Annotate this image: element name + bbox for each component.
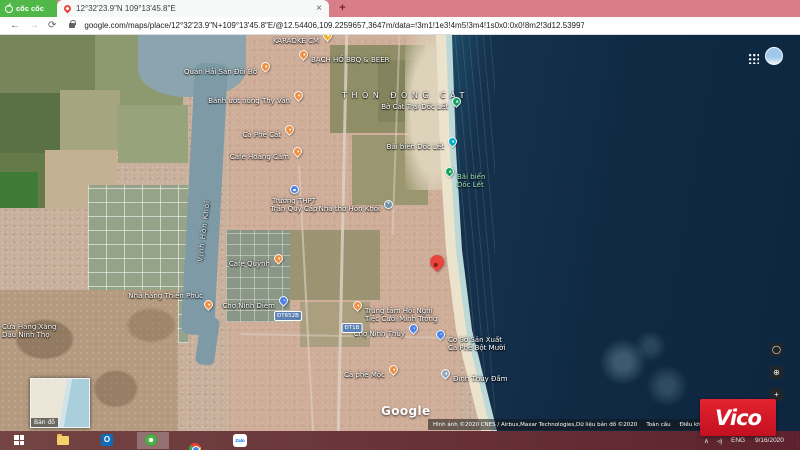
map-poi-label: Bãi biển Dốc Lết (387, 143, 444, 151)
chrome-icon[interactable] (189, 443, 201, 450)
zalo-icon[interactable]: Zalo (233, 434, 247, 447)
back-icon[interactable]: ← (10, 17, 20, 35)
map-poi-label: Quán Hải Sản Đôi Bờ (184, 68, 257, 76)
temple-pin-icon[interactable] (439, 367, 452, 380)
https-lock-icon[interactable] (69, 23, 75, 28)
map-poi-label: Bãi biển Dốc Lết (457, 173, 485, 189)
food-pin-icon[interactable] (297, 48, 310, 61)
map-poi-label: Bờ Cát Trại Dốc Lết (381, 103, 448, 111)
outlook-icon[interactable]: O (101, 434, 113, 446)
screen: cốc cốc 12°32'23.9"N 109°13'45.8"E × + ←… (0, 0, 800, 450)
coccoc-taskbar-icon[interactable] (145, 434, 157, 446)
cafe-pin-icon[interactable] (291, 145, 304, 158)
coccoc-brand-label: cốc cốc (16, 4, 44, 13)
yellow-pin-icon[interactable] (321, 35, 334, 42)
food-pin-icon[interactable] (292, 89, 305, 102)
road-shield: ĐT1B (342, 323, 363, 333)
satellite-map[interactable]: THÔN ĐÔNG CÁT Vịnh Hòn Khói KARAOKE CMBẠ… (0, 35, 800, 431)
map-poi-label: Nhà hàng Thiên Phúc (128, 292, 203, 300)
map-poi-label: Nhà thờ Hòn Khói (319, 205, 380, 213)
map-poi-label: Cơ Sở Sản Xuất Cà Phê Bột Mười (448, 336, 505, 352)
map-poi-label: Trường THPT Trần Quý Cáp (270, 197, 317, 213)
food-pin-icon[interactable] (259, 60, 272, 73)
map-footer-link[interactable]: Toàn cầu (646, 422, 670, 428)
minimap-toggle[interactable]: Bản đồ (30, 378, 90, 428)
vico-logo: Vico (715, 406, 761, 430)
map-poi-label: Chợ Ninh Diêm (222, 302, 275, 310)
cafe-pin-icon[interactable] (283, 123, 296, 136)
factory-pin-icon[interactable]: ▪ (434, 328, 447, 341)
google-logo: Google (381, 404, 431, 418)
food-pin-icon[interactable] (202, 298, 215, 311)
shop-pin-icon[interactable]: ▪ (407, 322, 420, 335)
tab-close-icon[interactable]: × (316, 0, 322, 17)
shop-pin-icon[interactable]: ▪ (277, 294, 290, 307)
map-poi-label: Cà phê Mộc (344, 371, 385, 379)
coccoc-logo-icon (5, 5, 13, 13)
school-pin-icon[interactable] (290, 185, 299, 194)
google-apps-grid-icon[interactable] (748, 53, 759, 64)
food-pin-icon[interactable] (351, 299, 364, 312)
account-avatar[interactable] (765, 47, 783, 65)
file-explorer-icon[interactable] (57, 436, 69, 445)
my-location-icon[interactable]: ⊕ (770, 366, 783, 379)
cafe-pin-icon[interactable] (387, 363, 400, 376)
road-shield: ĐT652B (274, 311, 302, 321)
browser-tab[interactable]: 12°32'23.9"N 109°13'45.8"E × (57, 0, 329, 17)
address-bar: ← → ⟳ google.com/maps/place/12°32'23.9"N… (0, 17, 800, 35)
map-poi-label: Cà Phê Cát (242, 131, 281, 139)
map-poi-label: Bánh ướt nóng Thy Vân (208, 97, 290, 105)
browser-tab-bar: cốc cốc 12°32'23.9"N 109°13'45.8"E × + (0, 0, 800, 17)
attribution-text: Hình ảnh ©2020 CNES / Airbus,Maxar Techn… (433, 422, 637, 428)
tab-title: 12°32'23.9"N 109°13'45.8"E (76, 4, 311, 13)
map-poi-label: BẠCH HỔ BBQ & BEER (311, 56, 390, 64)
church-pin-icon[interactable]: + (384, 200, 393, 209)
map-poi-label: Cafe Hoàng Cầm (230, 153, 289, 161)
reload-icon[interactable]: ⟳ (48, 17, 56, 35)
coccoc-menu-button[interactable]: cốc cốc (0, 0, 57, 17)
url-text[interactable]: google.com/maps/place/12°32'23.9"N+109°1… (84, 21, 584, 30)
nature-pin-icon[interactable]: ▲ (443, 165, 456, 178)
maps-pin-favicon (63, 4, 73, 14)
pegman-icon[interactable]: ◯ (770, 343, 783, 356)
forward-icon[interactable]: → (29, 17, 39, 35)
new-tab-button[interactable]: + (336, 2, 349, 15)
map-poi-label: Cửa Hàng Xăng Dầu Ninh Thọ (2, 323, 56, 339)
beach-pin-icon[interactable] (446, 135, 459, 148)
map-poi-label: Đình Thủy Đầm (453, 375, 508, 383)
map-poi-label: Cafe Quỳnh (229, 260, 270, 268)
map-poi-label: Trung tâm Hội Nghị Tiệc Cưới Minh Trong (365, 307, 437, 323)
minimap-label: Bản đồ (31, 418, 58, 427)
cafe-pin-icon[interactable] (272, 252, 285, 265)
taskbar: O Zalo ∧ ◃) ENG 9/16/2020 (0, 431, 800, 450)
map-poi-label: KARAOKE CM (273, 37, 319, 45)
start-button[interactable] (14, 435, 24, 445)
vico-overlay: Vico (700, 399, 776, 436)
marker-pin-icon[interactable] (427, 252, 447, 272)
